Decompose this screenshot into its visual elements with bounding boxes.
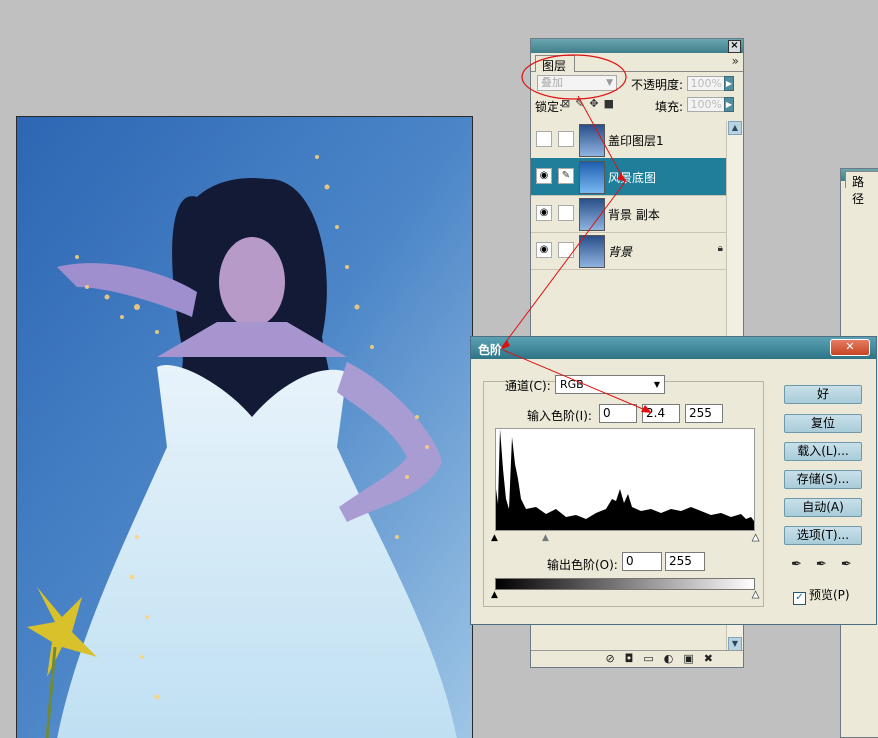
output-black-field[interactable]: 0 — [622, 552, 662, 571]
eye-icon[interactable]: ◉ — [536, 205, 552, 221]
ok-button[interactable]: 好 — [784, 385, 862, 404]
levels-dialog: 色阶 ✕ 通道(C): RGB ▼ 输入色阶(I): 0 2.4 255 ▲ ▲… — [470, 336, 877, 625]
eyedropper-tools: ✒✒✒ — [791, 557, 866, 572]
opacity-input[interactable]: 100% — [687, 76, 725, 91]
lock-label: 锁定: — [535, 100, 564, 114]
layer-row-scenery[interactable]: ◉ ✎ 风景底图 — [531, 158, 727, 196]
layer-name: 盖印图层1 — [608, 134, 664, 148]
fill-slider-arrow-icon[interactable]: ▶ — [724, 97, 734, 112]
layer-thumbnail — [579, 235, 605, 268]
eye-icon[interactable]: ◉ — [536, 242, 552, 258]
save-button[interactable]: 存储(S)... — [784, 470, 862, 489]
scroll-down-icon[interactable]: ▼ — [728, 637, 742, 651]
fill-label: 填充: — [655, 100, 684, 114]
options-button[interactable]: 选项(T)... — [784, 526, 862, 545]
link-toggle[interactable] — [558, 242, 574, 258]
output-white-field[interactable]: 255 — [665, 552, 705, 571]
lock-icon: 🔒︎ — [717, 243, 723, 254]
layer-name: 背景 副本 — [608, 208, 660, 222]
layer-name: 风景底图 — [608, 171, 657, 185]
link-toggle[interactable] — [558, 131, 574, 147]
gray-eyedropper-icon[interactable]: ✒ — [816, 557, 841, 572]
close-icon[interactable]: ✕ — [830, 339, 870, 356]
input-levels-label: 输入色阶(I): — [527, 409, 592, 423]
close-icon[interactable]: × — [728, 40, 741, 53]
layer-thumbnail — [579, 198, 605, 231]
checkbox-icon[interactable]: ✓ — [793, 592, 806, 605]
dialog-titlebar[interactable]: 色阶 ✕ — [471, 337, 876, 359]
white-point-slider-icon[interactable]: ▲ — [752, 533, 760, 544]
tab-layers[interactable]: 图层 — [535, 55, 576, 73]
fill-input[interactable]: 100% — [687, 97, 725, 112]
layers-panel-titlebar[interactable]: × — [531, 39, 743, 53]
chevron-down-icon: ▼ — [606, 78, 613, 88]
histogram-graph — [496, 429, 754, 530]
preview-checkbox[interactable]: ✓ 预览(P) — [793, 586, 850, 605]
channel-label: 通道(C): — [505, 379, 551, 393]
histogram — [495, 428, 755, 531]
auto-button[interactable]: 自动(A) — [784, 498, 862, 517]
input-gamma-field[interactable]: 2.4 — [642, 404, 680, 423]
layer-row-background[interactable]: ◉ 背景 🔒︎ — [531, 232, 727, 270]
scroll-up-icon[interactable]: ▲ — [728, 121, 742, 135]
input-white-field[interactable]: 255 — [685, 404, 723, 423]
layer-name: 背景 — [608, 245, 633, 259]
panel-menu-icon[interactable]: » — [732, 54, 739, 68]
opacity-label: 不透明度: — [631, 78, 684, 92]
layer-row-stamp[interactable]: 盖印图层1 — [531, 121, 727, 159]
link-toggle[interactable] — [558, 205, 574, 221]
layer-row-background-copy[interactable]: ◉ 背景 副本 — [531, 195, 727, 233]
opacity-slider-arrow-icon[interactable]: ▶ — [724, 76, 734, 91]
channel-value: RGB — [560, 378, 584, 391]
layer-action-icons[interactable]: ⊘◘▭◐▣✖ — [605, 652, 723, 665]
preview-label: 预览(P) — [809, 588, 850, 602]
eye-icon[interactable]: ◉ — [536, 168, 552, 184]
white-eyedropper-icon[interactable]: ✒ — [841, 557, 866, 572]
layer-thumbnail — [579, 161, 605, 194]
image-canvas[interactable] — [16, 116, 473, 738]
input-slider-track[interactable]: ▲ ▲ ▲ — [491, 533, 759, 544]
brush-icon[interactable]: ✎ — [558, 168, 574, 184]
visibility-toggle[interactable] — [536, 131, 552, 147]
layer-thumbnail — [579, 124, 605, 157]
black-point-slider-icon[interactable]: ▲ — [491, 533, 498, 543]
output-slider-track[interactable]: ▲ ▲ — [491, 590, 759, 601]
output-gradient-bar — [495, 578, 755, 590]
blend-mode-value: 叠加 — [541, 76, 563, 89]
blend-mode-select[interactable]: 叠加 ▼ — [537, 75, 617, 91]
gamma-slider-icon[interactable]: ▲ — [542, 533, 549, 543]
input-black-field[interactable]: 0 — [599, 404, 637, 423]
dialog-title: 色阶 — [478, 343, 503, 357]
tab-paths[interactable]: 路径 — [845, 171, 878, 206]
black-eyedropper-icon[interactable]: ✒ — [791, 557, 816, 572]
output-white-slider-icon[interactable]: ▲ — [752, 590, 760, 601]
output-black-slider-icon[interactable]: ▲ — [491, 590, 498, 600]
chevron-down-icon: ▼ — [653, 380, 660, 389]
reset-button[interactable]: 复位 — [784, 414, 862, 433]
output-levels-label: 输出色阶(O): — [547, 558, 618, 572]
load-button[interactable]: 载入(L)... — [784, 442, 862, 461]
channel-select[interactable]: RGB ▼ — [555, 375, 665, 394]
photo-artwork — [17, 117, 472, 738]
lock-options-icons[interactable]: ⊠✎✥■ — [561, 97, 619, 110]
layers-footer: ⊘◘▭◐▣✖ — [531, 650, 743, 667]
